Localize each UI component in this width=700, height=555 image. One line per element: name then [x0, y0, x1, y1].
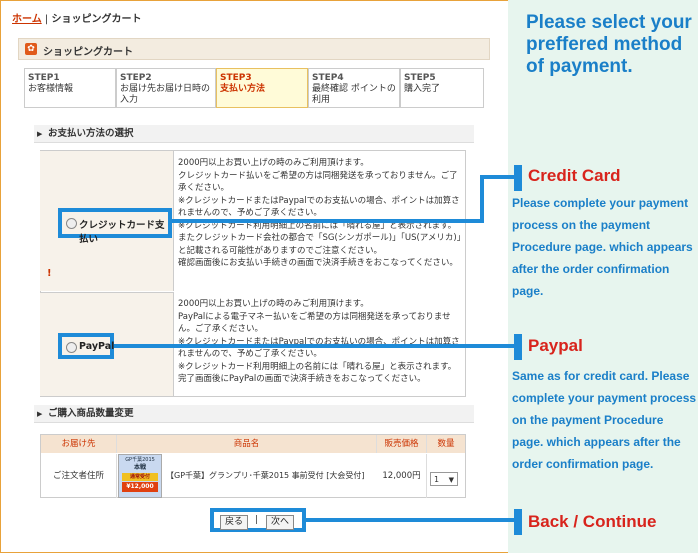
step-number: STEP4 [312, 73, 344, 83]
step-label: お客様情報 [28, 84, 74, 94]
step-4: STEP4 最終確認 ポイントの利用 [308, 68, 400, 108]
product-thumbnail: GP千葉2015 本戦 通常受付 ¥12,000 [118, 454, 162, 498]
credit-card-radio[interactable] [66, 218, 77, 229]
step-5: STEP5 購入完了 [400, 68, 484, 108]
desc-line: ※クレジットカード利用明細上の名前には「晴れる屋」と表示されます。またクレジット… [178, 220, 461, 256]
quantity-value: 1 [434, 475, 440, 484]
paypal-tag [514, 334, 522, 360]
nav-heading: Back / Continue [528, 512, 657, 531]
step-number: STEP2 [120, 73, 152, 83]
paypal-label: PayPal [79, 341, 115, 352]
desc-line: ※クレジットカード利用明細上の名前には「晴れる屋」と表示されます。 [178, 361, 457, 372]
credit-card-label: クレジットカード支払い [79, 220, 165, 245]
order-header-product: 商品名 [117, 435, 377, 453]
breadcrumb-home-link[interactable]: ホーム [12, 14, 42, 25]
step-1: STEP1 お客様情報 [24, 68, 116, 108]
desc-line: 完了画面後にPayPalの画面で決済手続きをおこなってください。 [178, 374, 426, 384]
product-name: 【GP千葉】グランプリ･千葉2015 事前受付 [大会受付] [166, 471, 365, 480]
breadcrumb: ホーム | ショッピングカート [12, 10, 141, 25]
step-2: STEP2 お届け先お届け日時の入力 [116, 68, 216, 108]
nav-buttons-group: 戻る | 次へ [210, 508, 306, 532]
desc-line: 2000円以上お買い上げの時のみご利用頂けます。 [178, 158, 369, 168]
paypal-note: Same as for credit card. Please complete… [512, 369, 697, 471]
step-label: お届け先お届け日時の入力 [120, 84, 211, 105]
order-destination: ご注文者住所 [41, 454, 117, 498]
order-header-qty: 数量 [427, 435, 465, 453]
credit-card-heading: Credit Card [528, 166, 621, 185]
warning-mark: ! [47, 268, 52, 279]
panel-title: ショッピングカート [43, 47, 133, 58]
desc-line: 確認画面後にお支払い手続きの画面で決済手続きをおこなってください。 [178, 258, 458, 268]
paypal-option[interactable]: PayPal [58, 333, 114, 359]
cart-icon: ✿ [25, 43, 37, 55]
step-number: STEP3 [220, 73, 252, 83]
next-button[interactable]: 次へ [266, 515, 295, 530]
desc-line: PayPalによる電子マネー払いをご希望の方は同梱発送を承っておりません。ご了承… [178, 311, 451, 335]
cart-panel-header: ✿ ショッピングカート [18, 38, 490, 60]
step-number: STEP5 [404, 73, 436, 83]
step-3: STEP3 支払い方法 [216, 68, 308, 108]
paypal-radio[interactable] [66, 342, 77, 353]
nav-tag [514, 509, 522, 535]
desc-line: ※クレジットカードまたはPaypalでのお支払いの場合、ポイントは加算されません… [178, 195, 460, 219]
thumb-price: ¥12,000 [122, 482, 158, 492]
credit-card-tag [514, 165, 522, 191]
paypal-description: 2000円以上お買い上げの時のみご利用頂けます。 PayPalによる電子マネー払… [178, 298, 462, 386]
desc-line: クレジットカード払いをご希望の方は同梱発送を承っておりません。ご了承ください。 [178, 170, 458, 194]
thumb-line-2: 本戦 [133, 464, 146, 471]
thumb-badge: 通常受付 [122, 473, 158, 481]
quantity-select[interactable]: 1 ▼ [430, 472, 458, 486]
desc-line: ※クレジットカードまたはPaypalでのお支払いの場合、ポイントは加算されません… [178, 336, 460, 360]
credit-card-option[interactable]: クレジットカード支払い [58, 208, 172, 245]
paypal-heading: Paypal [528, 336, 583, 355]
step-number: STEP1 [28, 73, 60, 83]
breadcrumb-separator: | [44, 14, 49, 25]
credit-card-connector [480, 175, 514, 179]
order-header-price: 販売価格 [377, 435, 427, 453]
credit-card-note: Please complete your payment process on … [512, 196, 693, 298]
step-label: 最終確認 ポイントの利用 [312, 84, 396, 105]
order-section-title: ご購入商品数量変更 [34, 405, 474, 423]
paypal-connector [114, 344, 514, 348]
payment-section-title: お支払い方法の選択 [34, 125, 474, 143]
step-label: 支払い方法 [220, 84, 266, 94]
thumb-line-1: GP千葉2015 [125, 457, 155, 463]
dropdown-arrow-icon: ▼ [448, 476, 454, 484]
step-label: 購入完了 [404, 84, 441, 94]
guide-title: Please select your preffered method of p… [526, 12, 692, 77]
button-separator: | [255, 515, 259, 525]
nav-connector [306, 518, 514, 522]
breadcrumb-current: ショッピングカート [51, 14, 142, 25]
back-button[interactable]: 戻る [220, 515, 249, 530]
credit-card-connector [480, 175, 484, 223]
order-header-destination: お届け先 [41, 435, 117, 453]
checkout-steps: STEP1 お客様情報 STEP2 お届け先お届け日時の入力 STEP3 支払い… [24, 68, 484, 108]
desc-line: 2000円以上お買い上げの時のみご利用頂けます。 [178, 299, 369, 309]
credit-card-description: 2000円以上お買い上げの時のみご利用頂けます。 クレジットカード払いをご希望の… [178, 157, 462, 270]
credit-card-connector [172, 219, 480, 223]
product-price: 12,000円 [377, 454, 427, 498]
